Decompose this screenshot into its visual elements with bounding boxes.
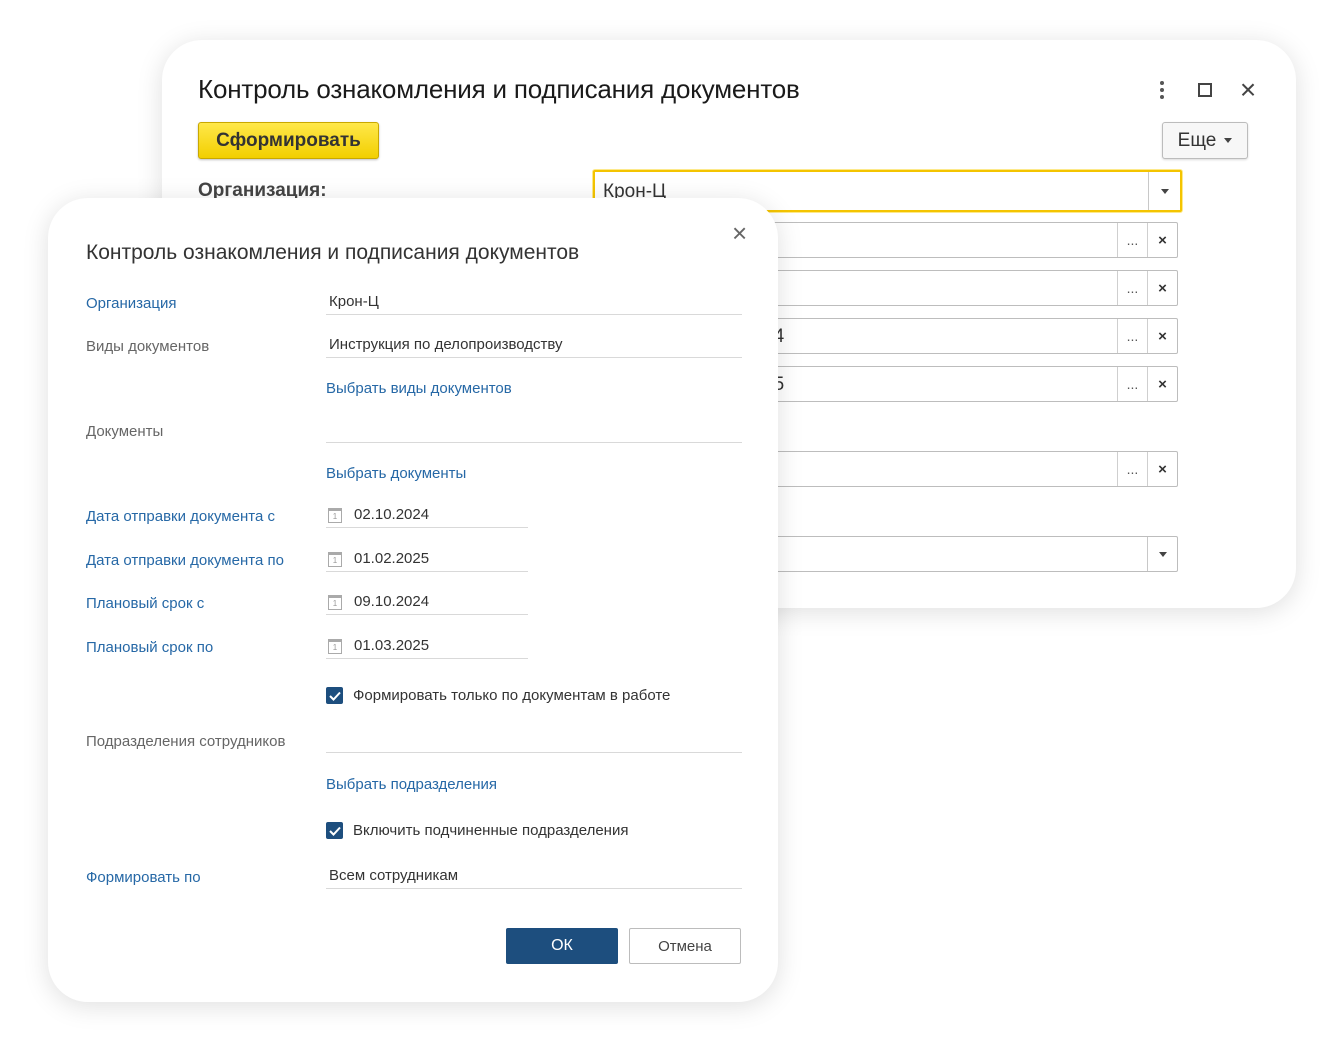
only-in-work-label: Формировать только по документам в работ… (353, 687, 671, 704)
include-subdepartments-label: Включить подчиненные подразделения (353, 822, 629, 839)
plan-to-value: 01.03.2025 (354, 637, 430, 654)
calendar-icon[interactable]: 1 (328, 508, 342, 523)
select-button[interactable]: ... (1117, 319, 1147, 353)
generate-button[interactable]: Сформировать (198, 122, 379, 159)
ok-button[interactable]: ОК (506, 928, 618, 964)
select-button[interactable]: ... (1117, 223, 1147, 257)
include-subdepartments-checkbox[interactable]: Включить подчиненные подразделения (326, 822, 628, 839)
select-departments-link[interactable]: Выбрать подразделения (326, 776, 497, 793)
dropdown-button[interactable] (1148, 172, 1180, 210)
cancel-button[interactable]: Отмена (629, 928, 741, 964)
bg-field-2[interactable]: ... × (762, 270, 1178, 306)
bg-select-6[interactable] (762, 536, 1178, 572)
clear-icon[interactable]: × (1147, 452, 1177, 486)
organization-value: Крон-Ц (329, 293, 379, 310)
send-date-from-label[interactable]: Дата отправки документа с (86, 508, 275, 525)
select-documents-link[interactable]: Выбрать документы (326, 465, 466, 482)
departments-field[interactable] (326, 727, 742, 753)
calendar-icon[interactable]: 1 (328, 552, 342, 567)
generate-by-value: Всем сотрудникам (329, 867, 459, 884)
generate-by-field[interactable]: Всем сотрудникам (326, 863, 742, 889)
clear-icon[interactable]: × (1147, 271, 1177, 305)
documents-field[interactable] (326, 417, 742, 443)
plan-from-label[interactable]: Плановый срок с (86, 595, 204, 612)
dialog-title: Контроль ознакомления и подписания докум… (86, 241, 580, 264)
more-actions-icon[interactable] (1152, 78, 1172, 102)
doc-types-value: Инструкция по делопроизводству (329, 336, 563, 353)
select-button[interactable]: ... (1117, 367, 1147, 401)
bg-field-1[interactable]: ... × (762, 222, 1178, 258)
checkmark-icon[interactable] (326, 687, 343, 704)
plan-to-field[interactable]: 1 01.03.2025 (326, 633, 528, 659)
doc-types-field[interactable]: Инструкция по делопроизводству (326, 332, 742, 358)
plan-from-field[interactable]: 1 09.10.2024 (326, 589, 528, 615)
window-title: Контроль ознакомления и подписания докум… (198, 74, 800, 104)
send-date-to-label[interactable]: Дата отправки документа по (86, 552, 284, 569)
bg-field-3[interactable]: 24 ... × (762, 318, 1178, 354)
select-doc-types-link[interactable]: Выбрать виды документов (326, 380, 512, 397)
calendar-icon[interactable]: 1 (328, 595, 342, 610)
checkmark-icon[interactable] (326, 822, 343, 839)
chevron-down-icon (1160, 188, 1169, 194)
bg-field-5[interactable]: ... × (762, 451, 1178, 487)
calendar-icon[interactable]: 1 (328, 639, 342, 654)
departments-label: Подразделения сотрудников (86, 733, 286, 750)
more-button[interactable]: Еще (1162, 122, 1248, 159)
more-button-label: Еще (1177, 129, 1217, 151)
organization-label[interactable]: Организация (86, 295, 176, 312)
close-icon[interactable]: × (732, 220, 747, 246)
plan-from-value: 09.10.2024 (354, 593, 430, 610)
send-date-from-value: 02.10.2024 (354, 506, 430, 523)
send-date-from-field[interactable]: 1 02.10.2024 (326, 502, 528, 528)
chevron-down-icon (1224, 138, 1233, 143)
maximize-icon[interactable] (1198, 83, 1212, 97)
generate-by-label[interactable]: Формировать по (86, 869, 201, 886)
clear-icon[interactable]: × (1147, 319, 1177, 353)
only-in-work-checkbox[interactable]: Формировать только по документам в работ… (326, 687, 670, 704)
send-date-to-value: 01.02.2025 (354, 550, 430, 567)
bg-field-4[interactable]: 25 ... × (762, 366, 1178, 402)
select-button[interactable]: ... (1117, 271, 1147, 305)
clear-icon[interactable]: × (1147, 367, 1177, 401)
close-icon[interactable]: × (1238, 76, 1258, 104)
select-button[interactable]: ... (1117, 452, 1147, 486)
organization-field[interactable]: Крон-Ц (326, 289, 742, 315)
documents-label: Документы (86, 423, 164, 440)
send-date-to-field[interactable]: 1 01.02.2025 (326, 546, 528, 572)
dropdown-button[interactable] (1147, 537, 1177, 571)
chevron-down-icon (1158, 551, 1167, 557)
clear-icon[interactable]: × (1147, 223, 1177, 257)
plan-to-label[interactable]: Плановый срок по (86, 639, 213, 656)
doc-types-label: Виды документов (86, 338, 210, 355)
report-settings-dialog: Контроль ознакомления и подписания докум… (48, 198, 778, 1002)
window-controls: × (1152, 76, 1258, 104)
